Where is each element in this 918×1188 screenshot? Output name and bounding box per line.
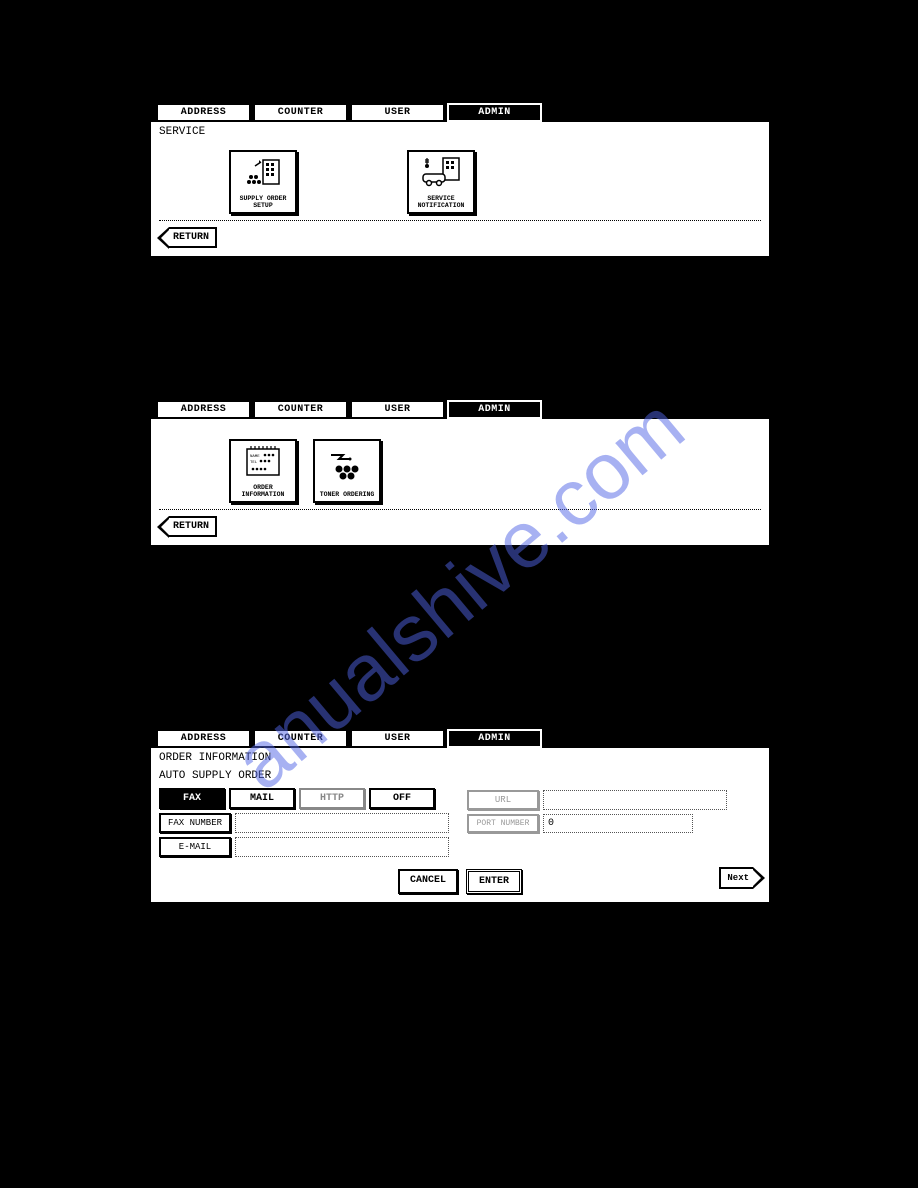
tab-user[interactable]: USER bbox=[350, 400, 445, 419]
panel-header bbox=[150, 686, 770, 726]
return-button[interactable]: RETURN bbox=[169, 227, 217, 248]
tab-admin[interactable]: ADMIN bbox=[447, 400, 542, 419]
service-notification-button[interactable]: SERVICE NOTIFICATION bbox=[407, 150, 475, 214]
email-input[interactable] bbox=[235, 837, 449, 857]
svg-text:NAME: NAME bbox=[250, 455, 260, 459]
car-building-icon bbox=[419, 152, 463, 196]
icon-label: SERVICE NOTIFICATION bbox=[409, 196, 473, 210]
tab-address[interactable]: ADDRESS bbox=[156, 103, 251, 122]
mode-fax-button[interactable]: FAX bbox=[159, 788, 225, 809]
return-button[interactable]: RETURN bbox=[169, 516, 217, 537]
icon-label: TONER ORDERING bbox=[315, 492, 379, 499]
cancel-button[interactable]: CANCEL bbox=[398, 869, 458, 894]
url-label-button[interactable]: URL bbox=[467, 790, 539, 810]
supply-order-setup-button[interactable]: SUPPLY ORDER SETUP bbox=[229, 150, 297, 214]
email-label-button[interactable]: E-MAIL bbox=[159, 837, 231, 857]
fax-number-input[interactable] bbox=[235, 813, 449, 833]
page-edge-tab bbox=[846, 758, 888, 800]
form-sheet-icon: NAME TEL bbox=[241, 441, 285, 485]
tab-counter[interactable]: COUNTER bbox=[253, 729, 348, 748]
tab-user[interactable]: USER bbox=[350, 103, 445, 122]
tab-address[interactable]: ADDRESS bbox=[156, 729, 251, 748]
port-number-input[interactable]: 0 bbox=[543, 814, 693, 833]
tab-counter[interactable]: COUNTER bbox=[253, 400, 348, 419]
tab-admin[interactable]: ADMIN bbox=[447, 729, 542, 748]
url-input[interactable] bbox=[543, 790, 727, 810]
panel-order-info: ADDRESS COUNTER USER ADMIN ORDER INFORMA… bbox=[150, 686, 770, 903]
section-title: ORDER INFORMATION bbox=[159, 752, 761, 764]
icon-label: ORDER INFORMATION bbox=[231, 485, 295, 499]
tab-user[interactable]: USER bbox=[350, 729, 445, 748]
toner-dots-icon bbox=[325, 441, 369, 492]
toner-ordering-button[interactable]: TONER ORDERING bbox=[313, 439, 381, 503]
building-dots-icon bbox=[241, 152, 285, 196]
fax-number-label-button[interactable]: FAX NUMBER bbox=[159, 813, 231, 833]
icon-label: SUPPLY ORDER SETUP bbox=[231, 196, 295, 210]
tab-bar: ADDRESS COUNTER USER ADMIN bbox=[150, 397, 770, 419]
section-title: SERVICE bbox=[159, 126, 761, 138]
tab-bar: ADDRESS COUNTER USER ADMIN bbox=[150, 726, 770, 748]
mode-http-button[interactable]: HTTP bbox=[299, 788, 365, 809]
panel-service: ADDRESS COUNTER USER ADMIN SERVICE bbox=[150, 60, 770, 257]
panel-header bbox=[150, 357, 770, 397]
panel-supply-setup: ADDRESS COUNTER USER ADMIN NAME TEL bbox=[150, 357, 770, 546]
tab-admin[interactable]: ADMIN bbox=[447, 103, 542, 122]
enter-button[interactable]: ENTER bbox=[466, 869, 522, 894]
order-information-button[interactable]: NAME TEL ORDER INFORMATION bbox=[229, 439, 297, 503]
tab-counter[interactable]: COUNTER bbox=[253, 103, 348, 122]
next-button[interactable]: Next bbox=[719, 867, 753, 889]
section-subtitle: AUTO SUPPLY ORDER bbox=[159, 770, 449, 782]
mode-off-button[interactable]: OFF bbox=[369, 788, 435, 809]
port-number-label-button[interactable]: PORT NUMBER bbox=[467, 814, 539, 833]
svg-text:TEL: TEL bbox=[250, 461, 258, 465]
mode-mail-button[interactable]: MAIL bbox=[229, 788, 295, 809]
tab-address[interactable]: ADDRESS bbox=[156, 400, 251, 419]
tab-bar: ADDRESS COUNTER USER ADMIN bbox=[150, 100, 770, 122]
panel-header bbox=[150, 60, 770, 100]
